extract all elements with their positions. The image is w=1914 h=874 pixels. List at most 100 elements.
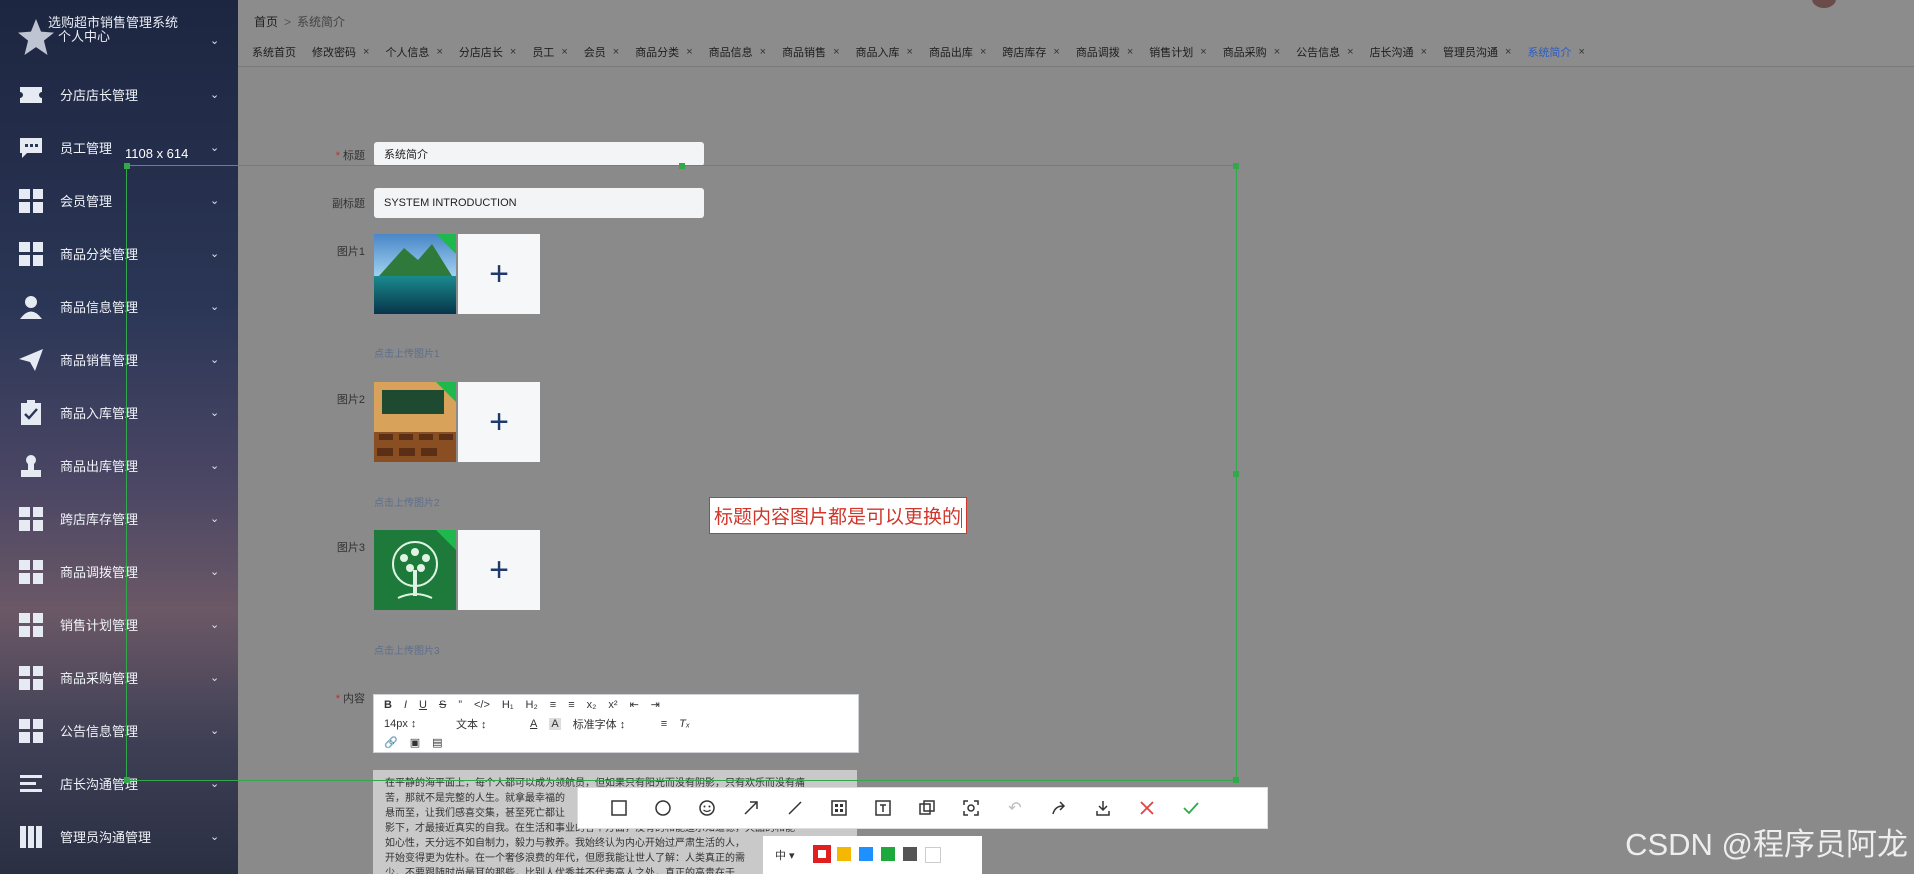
italic-icon[interactable]: I — [404, 699, 407, 711]
download-icon[interactable] — [1092, 797, 1114, 819]
rich-text-editor[interactable]: B I U S ” </> H₁ H₂ ≡ ≡ x₂ x² ⇤ ⇥ 14px ↕… — [373, 694, 859, 753]
font-color-icon[interactable]: A — [530, 718, 537, 730]
sidebar-item[interactable]: 商品调拨管理 ⌄ — [0, 545, 238, 598]
upload-image1-button[interactable]: + — [458, 234, 540, 314]
sidebar-item-personal-center[interactable]: 个人中心 — [58, 26, 110, 45]
tab[interactable]: 店长沟通 × — [1370, 44, 1427, 60]
sidebar-item[interactable]: 跨店库存管理 ⌄ — [0, 492, 238, 545]
line-tool-icon[interactable] — [784, 797, 806, 819]
indent-icon[interactable]: ⇥ — [651, 698, 660, 711]
tab[interactable]: 分店店长 × — [459, 44, 516, 60]
tab[interactable]: 系统首页 — [252, 44, 296, 60]
sidebar-item[interactable]: 会员管理 ⌄ — [0, 174, 238, 227]
tab[interactable]: 个人信息 × — [385, 44, 442, 60]
image2-thumbnail[interactable] — [374, 382, 456, 462]
video-icon[interactable]: ▤ — [432, 736, 442, 749]
rectangle-tool-icon[interactable] — [608, 797, 630, 819]
link-icon[interactable]: 🔗 — [384, 736, 398, 749]
tab[interactable]: 系统简介 × — [1527, 44, 1584, 60]
tab[interactable]: 商品调拨 × — [1076, 44, 1133, 60]
ellipse-tool-icon[interactable] — [652, 797, 674, 819]
screenshot-selection[interactable] — [124, 163, 1239, 783]
tab[interactable]: 销售计划 × — [1149, 44, 1206, 60]
tab[interactable]: 商品分类 × — [635, 44, 692, 60]
sidebar-item[interactable]: 销售计划管理 ⌄ — [0, 598, 238, 651]
heading1-icon[interactable]: H₁ — [502, 699, 514, 711]
close-icon[interactable] — [1136, 797, 1158, 819]
tab-close-icon[interactable]: × — [1200, 46, 1206, 58]
image-icon[interactable]: ▣ — [410, 736, 420, 749]
blockquote-icon[interactable]: ” — [458, 699, 462, 711]
tab[interactable]: 商品信息 × — [709, 44, 766, 60]
color-swatch[interactable] — [858, 847, 873, 861]
tab[interactable]: 商品销售 × — [782, 44, 839, 60]
clear-format-icon[interactable]: Tₓ — [679, 718, 690, 730]
color-swatch[interactable] — [880, 847, 895, 861]
tab[interactable]: 修改密码 × — [312, 44, 369, 60]
outdent-icon[interactable]: ⇤ — [630, 698, 639, 711]
undo-icon[interactable]: ↶ — [1004, 797, 1026, 819]
share-icon[interactable] — [1048, 797, 1070, 819]
resize-handle[interactable] — [1233, 471, 1239, 477]
text-annotation[interactable]: 标题内容图片都是可以更换的 — [709, 497, 968, 534]
tab-close-icon[interactable]: × — [1347, 46, 1353, 58]
color-swatch[interactable] — [812, 845, 831, 863]
font-family-select[interactable]: 标准字体 ↕ — [573, 716, 649, 732]
ordered-list-icon[interactable]: ≡ — [550, 699, 556, 711]
tab-close-icon[interactable]: × — [833, 46, 839, 58]
sidebar-item[interactable]: 商品入库管理 ⌄ — [0, 386, 238, 439]
subtitle-input[interactable]: SYSTEM INTRODUCTION — [374, 188, 704, 218]
background-color-icon[interactable]: A — [549, 717, 561, 730]
code-icon[interactable]: </> — [474, 699, 490, 711]
bold-icon[interactable]: B — [384, 699, 392, 711]
tab[interactable]: 会员 × — [584, 44, 619, 60]
sidebar-item[interactable]: 公告信息管理 ⌄ — [0, 704, 238, 757]
confirm-check-icon[interactable] — [1180, 797, 1202, 819]
breadcrumb-home[interactable]: 首页 — [254, 15, 278, 29]
arrow-tool-icon[interactable] — [740, 797, 762, 819]
tab[interactable]: 商品出库 × — [929, 44, 986, 60]
tab[interactable]: 员工 × — [532, 44, 567, 60]
image1-thumbnail[interactable] — [374, 234, 456, 314]
tab-close-icon[interactable]: × — [907, 46, 913, 58]
sidebar-item[interactable]: 商品分类管理 ⌄ — [0, 227, 238, 280]
sidebar-item[interactable]: 商品采购管理 ⌄ — [0, 651, 238, 704]
image3-thumbnail[interactable] — [374, 530, 456, 610]
tab-close-icon[interactable]: × — [1274, 46, 1280, 58]
sidebar-item[interactable]: 商品信息管理 ⌄ — [0, 280, 238, 333]
sidebar-item[interactable]: 分店店长管理 ⌄ — [0, 68, 238, 121]
sidebar-item[interactable]: 员工管理 ⌄ — [0, 121, 238, 174]
ocr-tool-icon[interactable] — [960, 797, 982, 819]
tab[interactable]: 商品入库 × — [856, 44, 913, 60]
color-swatch[interactable] — [902, 847, 917, 861]
tab-close-icon[interactable]: × — [1127, 46, 1133, 58]
heading2-icon[interactable]: H₂ — [526, 699, 538, 711]
sidebar-item[interactable]: 管理员沟通管理 ⌄ — [0, 810, 238, 863]
tab[interactable]: 公告信息 × — [1296, 44, 1353, 60]
pin-tool-icon[interactable] — [916, 797, 938, 819]
font-size-select[interactable]: 14px ↕ — [384, 718, 444, 730]
emoji-tool-icon[interactable] — [696, 797, 718, 819]
color-swatch[interactable] — [924, 847, 941, 863]
tab-close-icon[interactable]: × — [1578, 46, 1584, 58]
tab-close-icon[interactable]: × — [561, 46, 567, 58]
tab-close-icon[interactable]: × — [363, 46, 369, 58]
superscript-icon[interactable]: x² — [608, 699, 617, 711]
avatar[interactable] — [1812, 0, 1836, 8]
stroke-size-select[interactable]: 中 ▾ — [775, 847, 795, 863]
text-tool-icon[interactable] — [872, 797, 894, 819]
underline-icon[interactable]: U — [419, 699, 427, 711]
tab-close-icon[interactable]: × — [1421, 46, 1427, 58]
resize-handle[interactable] — [1233, 163, 1239, 169]
tab[interactable]: 管理员沟通 × — [1443, 44, 1511, 60]
tab-close-icon[interactable]: × — [510, 46, 516, 58]
align-icon[interactable]: ≡ — [661, 718, 667, 730]
resize-handle[interactable] — [1233, 777, 1239, 783]
tab-close-icon[interactable]: × — [760, 46, 766, 58]
tab-close-icon[interactable]: × — [686, 46, 692, 58]
title-input[interactable]: 系统简介 — [374, 142, 704, 166]
color-swatch[interactable] — [836, 847, 851, 861]
upload-image2-button[interactable]: + — [458, 382, 540, 462]
tab-close-icon[interactable]: × — [436, 46, 442, 58]
sidebar-item[interactable]: 商品销售管理 ⌄ — [0, 333, 238, 386]
